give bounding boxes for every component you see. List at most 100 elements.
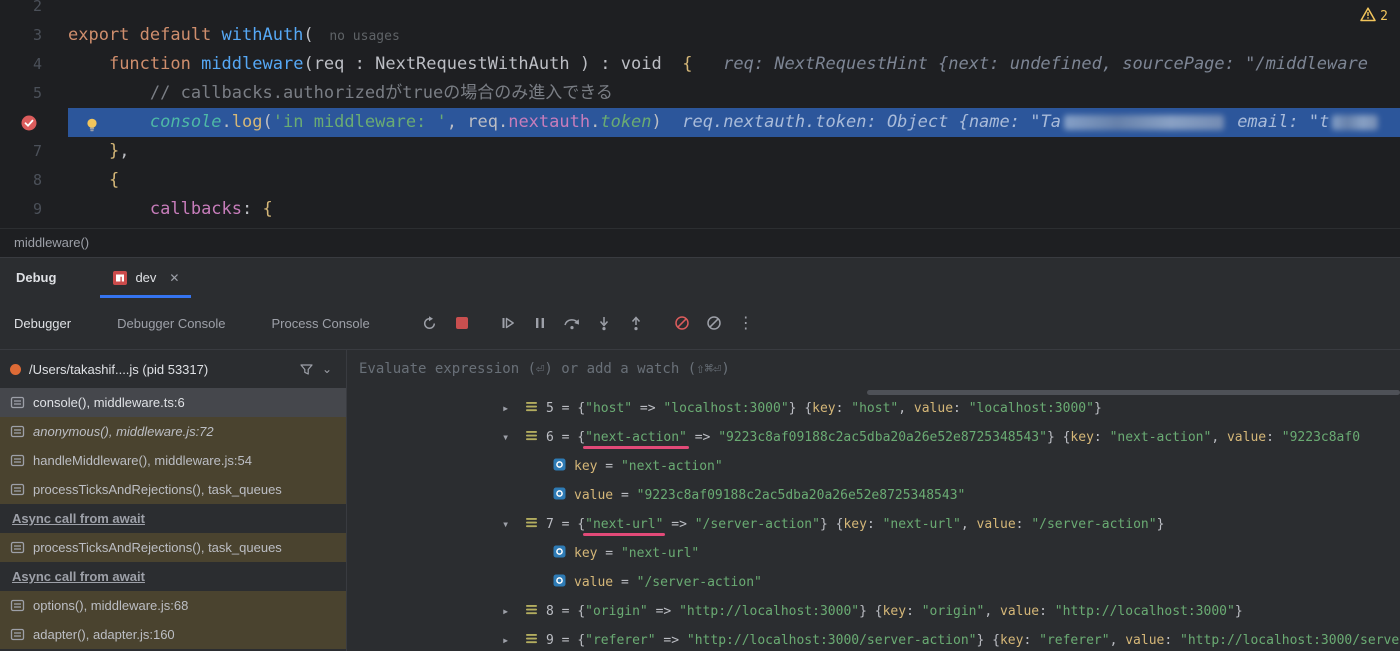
frame-row[interactable]: processTicksAndRejections(), task_queues: [0, 533, 346, 562]
code-line[interactable]: 8 {: [0, 166, 1400, 195]
value-token: value: [1000, 604, 1040, 619]
value-token: :: [953, 401, 969, 416]
frame-label: console(), middleware.ts:6: [33, 395, 185, 410]
frame-row[interactable]: Async call from await: [0, 504, 346, 533]
session-selector[interactable]: /Users/takashif....js (pid 53317) ⌄: [0, 350, 346, 388]
variable-row[interactable]: ▸ 8 = {"origin" => "http://localhost:3000…: [347, 597, 1400, 626]
frame-row[interactable]: options(), middleware.js:68: [0, 591, 346, 620]
line-number[interactable]: 2: [0, 0, 68, 21]
evaluate-expression-input[interactable]: Evaluate expression (⏎) or add a watch (…: [347, 350, 1400, 388]
line-number[interactable]: 5: [0, 79, 68, 108]
frame-row[interactable]: processTicksAndRejections(), task_queues: [0, 475, 346, 504]
debugger-inline-hint: req: NextRequestHint {next: undefined, s…: [692, 54, 1368, 74]
pause-icon[interactable]: [527, 310, 553, 336]
tab-dev[interactable]: dev ✕: [100, 258, 192, 298]
code-line[interactable]: 4 function middleware(req : NextRequestW…: [0, 50, 1400, 79]
value-token: value: [913, 401, 954, 416]
inspections-widget[interactable]: 2: [1360, 7, 1388, 26]
chevron-right-icon[interactable]: ▸: [502, 597, 524, 626]
variable-name: 9: [546, 633, 554, 648]
chevron-down-icon[interactable]: ▾: [502, 423, 524, 452]
frame-label: processTicksAndRejections(), task_queues: [33, 540, 282, 555]
rerun-icon[interactable]: [417, 310, 443, 336]
frame-row[interactable]: adapter(), adapter.js:160: [0, 620, 346, 649]
tab-debugger[interactable]: Debugger: [14, 316, 71, 331]
code-line[interactable]: 9 callbacks: {: [0, 195, 1400, 224]
code-token: log: [231, 112, 263, 132]
toolbar-actions: ⋮: [414, 310, 762, 336]
code-token: token: [600, 112, 652, 132]
code-token: (: [303, 54, 314, 74]
variable-row[interactable]: value = "/server-action": [347, 568, 1400, 597]
value-token: }: [1156, 517, 1165, 532]
variable-row[interactable]: key = "next-action": [347, 452, 1400, 481]
more-icon[interactable]: ⋮: [733, 310, 759, 336]
value-token: ,: [984, 604, 1000, 619]
ide-window: { "colors": { "accent": "#3574f0", "exec…: [0, 0, 1400, 651]
chevron-right-icon[interactable]: ▸: [502, 394, 524, 423]
code-token: }: [108, 141, 120, 161]
step-over-icon[interactable]: [559, 310, 585, 336]
npm-icon: [112, 270, 128, 286]
value-token: :: [866, 517, 883, 532]
line-number[interactable]: 8: [0, 166, 68, 195]
filter-icon[interactable]: [299, 362, 314, 377]
code-line[interactable]: 5 // callbacks.authorizedがtrueの場合のみ進入できる: [0, 79, 1400, 108]
stack-frame-icon: [10, 395, 25, 410]
resume-icon[interactable]: [495, 310, 521, 336]
code-line[interactable]: 2: [0, 0, 1400, 21]
code-token: // callbacks.authorizedがtrueの場合のみ進入できる: [149, 83, 613, 103]
tab-debugger-console[interactable]: Debugger Console: [117, 316, 225, 331]
code-token: function: [108, 54, 202, 74]
value-token: ,: [1109, 633, 1126, 648]
frame-row[interactable]: handleMiddleware(), middleware.js:54: [0, 446, 346, 475]
tab-process-console[interactable]: Process Console: [272, 316, 370, 331]
variable-row[interactable]: ▸ 9 = {"referer" => "http://localhost:300…: [347, 626, 1400, 651]
stack-frame-icon: [10, 627, 25, 642]
close-icon[interactable]: ✕: [169, 271, 179, 285]
intention-bulb-icon[interactable]: [84, 114, 100, 132]
line-number[interactable]: 7: [0, 137, 68, 166]
code-editor[interactable]: 2 3 export default withAuth( no usages 4 fu…: [0, 0, 1400, 228]
variable-row[interactable]: ▸ 5 = {"host" => "localhost:3000"} {key: …: [347, 394, 1400, 423]
value-token: {: [577, 604, 586, 619]
line-number[interactable]: 4: [0, 50, 68, 79]
code-text: console.log('in middleware: ', req.nexta…: [68, 108, 1400, 137]
redacted-text: [1063, 114, 1224, 130]
variable-row[interactable]: value = "9223c8af09188c2ac5dba20a26e52e8…: [347, 481, 1400, 510]
frame-row[interactable]: console(), middleware.ts:6: [0, 388, 346, 417]
frame-label: handleMiddleware(), middleware.js:54: [33, 453, 252, 468]
variable-row[interactable]: key = "next-url": [347, 539, 1400, 568]
breadcrumb-item[interactable]: middleware(): [14, 235, 89, 250]
code-line[interactable]: 3 export default withAuth( no usages: [0, 21, 1400, 50]
mute-breakpoints-icon[interactable]: [669, 310, 695, 336]
breakpoint-icon[interactable]: [20, 113, 38, 131]
breadcrumb[interactable]: middleware(): [0, 228, 1400, 257]
value-token: key: [843, 517, 867, 532]
equals-sign: =: [597, 546, 621, 561]
scrollbar-thumb[interactable]: [867, 390, 1400, 395]
code-token: withAuth: [221, 25, 304, 45]
code-token: ): [651, 112, 662, 132]
code-token: void: [620, 54, 672, 74]
variable-row[interactable]: ▾ 6 = {"next-action" => "9223c8af09188c2a…: [347, 423, 1400, 452]
chevron-down-icon[interactable]: ▾: [502, 510, 524, 539]
chevron-right-icon[interactable]: ▸: [502, 626, 524, 651]
stop-icon[interactable]: [449, 310, 475, 336]
step-out-icon[interactable]: [623, 310, 649, 336]
line-number[interactable]: 9: [0, 195, 68, 224]
value-token: key: [882, 604, 907, 619]
code-line[interactable]: console.log('in middleware: ', req.nexta…: [0, 108, 1400, 137]
line-number[interactable]: 3: [0, 21, 68, 50]
frame-row[interactable]: anonymous(), middleware.js:72: [0, 417, 346, 446]
code-line[interactable]: 7 },: [0, 137, 1400, 166]
frame-row[interactable]: Async call from await: [0, 562, 346, 591]
value-token: key: [812, 401, 836, 416]
code-token: req.: [467, 112, 509, 132]
variable-row[interactable]: ▾ 7 = {"next-url" => "/server-action"} {k…: [347, 510, 1400, 539]
step-into-icon[interactable]: [591, 310, 617, 336]
chevron-down-icon[interactable]: ⌄: [322, 362, 336, 376]
editor-gutter[interactable]: [0, 108, 68, 137]
code-text: function middleware(req : NextRequestWit…: [68, 50, 1400, 79]
clear-breakpoints-icon[interactable]: [701, 310, 727, 336]
